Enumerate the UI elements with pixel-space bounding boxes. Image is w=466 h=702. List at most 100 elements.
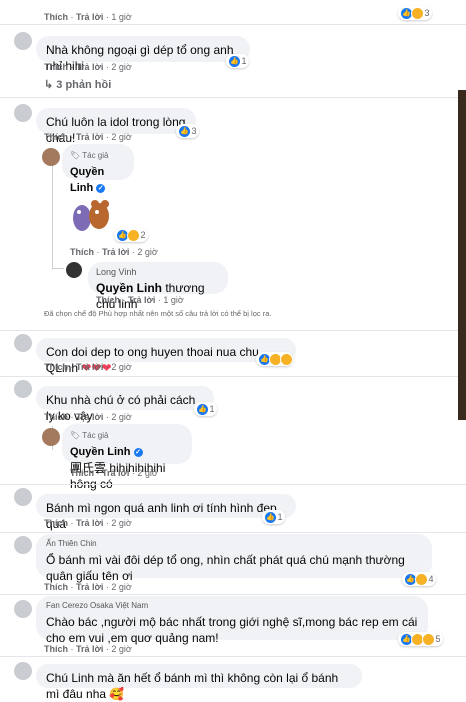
author-avatar[interactable] <box>42 148 60 166</box>
reply-link[interactable]: Trả lời <box>76 12 103 22</box>
avatar[interactable] <box>14 536 32 554</box>
reply-link[interactable]: Trả lời <box>76 412 103 422</box>
like-link[interactable]: Thích <box>44 132 68 142</box>
commenter-name[interactable]: Fan Cerezo Osaka Việt Nam <box>46 598 418 614</box>
comment-bubble: Bánh mì ngon quá anh linh ơi tính hình đ… <box>36 494 296 531</box>
reply-link[interactable]: Trả lời <box>76 644 103 654</box>
reply-link[interactable]: Trả lời <box>76 132 103 142</box>
comment-actions: Thích · Trả lời · 2 giờ <box>44 132 132 142</box>
avatar[interactable] <box>14 32 32 50</box>
comment-actions: Thích · Trả lời · 2 giờ <box>44 362 132 372</box>
comment-actions: Thích · Trả lời · 2 giờ <box>70 468 158 478</box>
thread-line <box>52 268 64 269</box>
filter-notice: Đã chọn chế độ Phù hợp nhất nên một số c… <box>44 309 272 318</box>
reply-link[interactable]: Trả lời <box>102 468 129 478</box>
reply-link[interactable]: Trả lời <box>102 247 129 257</box>
comment-0-actions: Thích · Trả lời · 1 giờ <box>44 12 132 22</box>
divider <box>0 330 466 331</box>
comment-actions: Thích · Trả lời · 2 giờ <box>70 247 158 257</box>
divider <box>0 532 466 533</box>
like-link[interactable]: Thích <box>44 644 68 654</box>
like-link[interactable]: Thích <box>96 295 120 305</box>
comment-actions: Thích · Trả lời · 2 giờ <box>44 644 132 654</box>
comment-bubble: Chú luôn la idol trong lòng cháu! <box>36 108 196 145</box>
avatar[interactable] <box>14 488 32 506</box>
commenter-name[interactable]: Long Vinh <box>96 264 220 280</box>
comment-actions: Thích · Trả lời · 1 giờ <box>96 295 184 305</box>
divider <box>0 97 466 98</box>
divider <box>0 376 466 377</box>
like-icon: 👍 <box>264 510 277 524</box>
divider <box>0 24 466 25</box>
divider <box>0 656 466 657</box>
author-name[interactable]: Quyền Linh ✓ <box>70 444 184 460</box>
avatar[interactable] <box>14 334 32 352</box>
view-replies-link[interactable]: ↳ 3 phản hồi <box>44 78 111 91</box>
like-icon: 👍 <box>228 54 241 68</box>
wow-icon <box>422 632 435 646</box>
commenter-name[interactable]: Ấn Thiên Chin <box>46 536 422 552</box>
comment-bubble: Long Vinh Quyền Linh thương chú linh <box>88 262 228 311</box>
reaction-badge[interactable]: 👍 1 <box>226 54 249 68</box>
comment-bubble: 🏷 Tác giả Quyền Linh ✓ <box>62 144 134 194</box>
avatar[interactable] <box>14 380 32 398</box>
author-avatar[interactable] <box>42 428 60 446</box>
reply-link[interactable]: Trả lời <box>76 362 103 372</box>
comment-bubble: Chú Linh mà ăn hết ổ bánh mì thì không c… <box>36 664 362 701</box>
haha-icon <box>411 6 424 20</box>
comment-bubble: Fan Cerezo Osaka Việt Nam Chào bác ,ngườ… <box>36 596 428 645</box>
like-link[interactable]: Thích <box>44 412 68 422</box>
author-tag: 🏷 Tác giả <box>70 431 109 440</box>
emoji-icon: 🥰 <box>109 687 125 701</box>
avatar[interactable] <box>66 262 82 278</box>
like-link[interactable]: Thích <box>44 518 68 528</box>
comment-actions: Thích · Trả lời · 2 giờ <box>44 518 132 528</box>
reaction-badge[interactable]: 👍 <box>256 352 293 366</box>
mention-link[interactable]: Quyền Linh <box>96 281 162 295</box>
background-edge <box>458 90 466 420</box>
like-icon: 👍 <box>178 124 191 138</box>
avatar[interactable] <box>14 600 32 618</box>
wow-icon <box>280 352 293 366</box>
reply-arrow-icon: ↳ <box>44 79 54 91</box>
reaction-badge[interactable]: 👍 4 <box>402 572 436 586</box>
like-link[interactable]: Thích <box>70 468 94 478</box>
haha-icon <box>415 572 428 586</box>
like-link[interactable]: Thích <box>44 582 68 592</box>
verified-badge-icon: ✓ <box>96 183 106 193</box>
reply-link[interactable]: Trả lời <box>76 518 103 528</box>
avatar[interactable] <box>14 662 32 680</box>
like-icon: 👍 <box>196 402 209 416</box>
reply-link[interactable]: Trả lời <box>128 295 155 305</box>
like-link[interactable]: Thích <box>44 362 68 372</box>
haha-icon <box>127 228 140 242</box>
reaction-badge[interactable]: 👍 3 <box>398 6 432 20</box>
comment-time: 1 giờ <box>111 12 132 22</box>
divider <box>0 484 466 485</box>
like-link[interactable]: Thích <box>70 247 94 257</box>
comment-text: Ổ bánh mì vài đôi dép tổ ong, nhìn chất … <box>46 553 405 583</box>
comment-actions: Thích · Trả lời · 2 giờ <box>44 582 132 592</box>
thread-line <box>52 150 53 270</box>
reaction-badge[interactable]: 👍 1 <box>194 402 217 416</box>
comment-bubble: Ấn Thiên Chin Ổ bánh mì vài đôi dép tổ o… <box>36 534 432 583</box>
divider <box>0 594 466 595</box>
reaction-badge[interactable]: 👍 1 <box>262 510 285 524</box>
author-name[interactable]: Quyền Linh ✓ <box>70 164 126 196</box>
sticker <box>66 196 114 236</box>
reaction-badge[interactable]: 👍 2 <box>114 228 148 242</box>
comment-text: Chú Linh mà ăn hết ổ bánh mì thì không c… <box>46 671 339 701</box>
comment-actions: Thích · Trả lời · 2 giờ <box>44 62 132 72</box>
comment-actions: Thích · Trả lời · 2 giờ <box>44 412 132 422</box>
comment-text: Chào bác ,người mộ bác nhất trong giới n… <box>46 615 418 645</box>
avatar[interactable] <box>14 104 32 122</box>
reply-link[interactable]: Trả lời <box>76 582 103 592</box>
comment-bubble: 🏷 Tác giả Quyền Linh ✓ 團氏雲 hihihihihihi … <box>62 424 192 491</box>
reaction-badge[interactable]: 👍 3 <box>176 124 199 138</box>
comment-bubble: Nhà không ngoại gì dép tổ ong anh nhỉ hi… <box>36 36 250 73</box>
reply-link[interactable]: Trả lời <box>76 62 103 72</box>
like-link[interactable]: Thích <box>44 12 68 22</box>
like-link[interactable]: Thích <box>44 62 68 72</box>
reaction-badge[interactable]: 👍 5 <box>398 632 443 646</box>
author-tag: 🏷 Tác giả <box>70 151 109 160</box>
